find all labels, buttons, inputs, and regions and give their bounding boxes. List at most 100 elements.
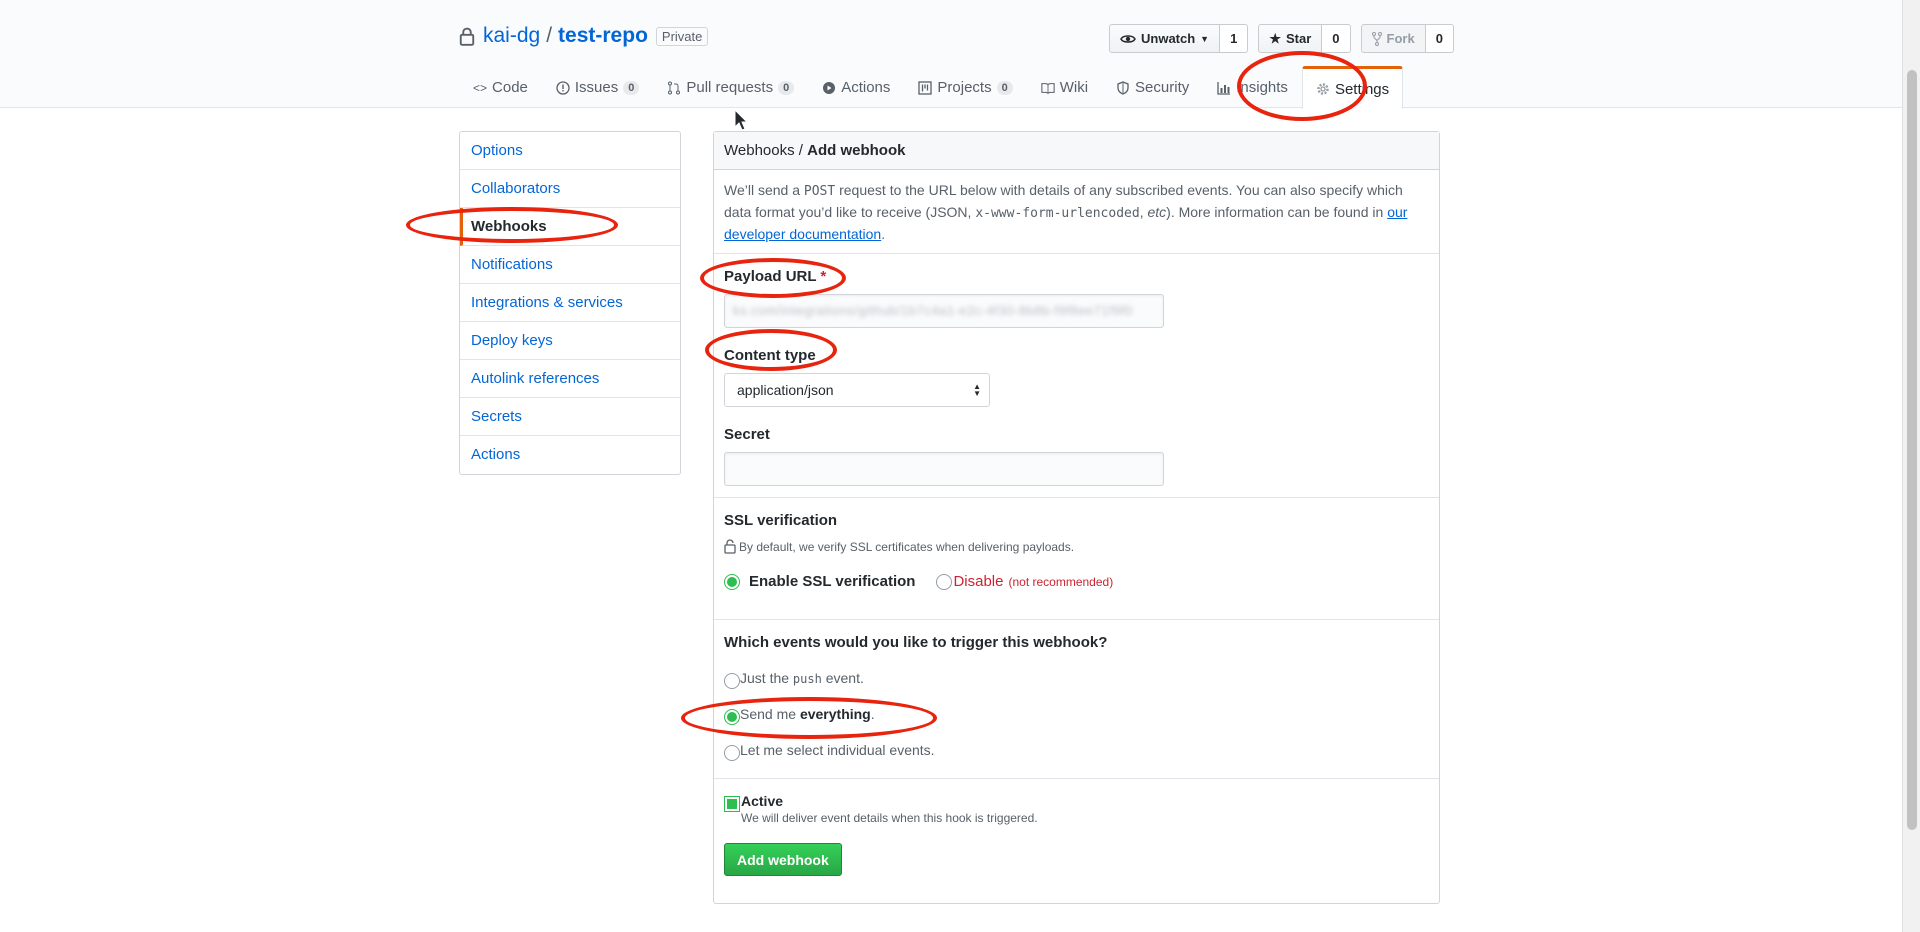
- eye-icon: [1120, 34, 1136, 43]
- intro-text: We’ll send a POST request to the URL bel…: [714, 170, 1439, 254]
- fork-icon: [1371, 31, 1382, 46]
- project-icon: [918, 80, 933, 95]
- star-icon: ★: [1269, 30, 1281, 46]
- breadcrumb-current: Add webhook: [807, 142, 906, 159]
- caret-down-icon: ▼: [1200, 33, 1210, 44]
- event-everything-label[interactable]: Send me everything.: [740, 706, 875, 722]
- intro-text-4: ). More information can be found in: [1166, 204, 1388, 220]
- settings-sidebar: Options Collaborators Webhooks Notificat…: [459, 131, 681, 475]
- sidebar-item-collaborators[interactable]: Collaborators: [460, 170, 680, 208]
- repo-actions: Unwatch ▼ 1 ★ Star 0 Fork 0: [1109, 24, 1454, 53]
- event-push-label[interactable]: Just the push event.: [740, 670, 864, 686]
- active-description: We will deliver event details when this …: [741, 811, 1038, 825]
- shield-icon: [1117, 80, 1129, 95]
- breadcrumb-separator: /: [794, 142, 808, 159]
- star-button[interactable]: ★ Star: [1258, 24, 1323, 53]
- breadcrumb: Webhooks / Add webhook: [714, 132, 1439, 170]
- event-option-everything: Send me everything.: [724, 706, 1429, 725]
- sidebar-item-notifications[interactable]: Notifications: [460, 246, 680, 284]
- format-code: x-www-form-urlencoded: [975, 206, 1140, 221]
- add-webhook-box: Webhooks / Add webhook We’ll send a POST…: [713, 131, 1440, 904]
- tab-wiki[interactable]: Wiki: [1027, 66, 1102, 108]
- ssl-enable-radio[interactable]: [724, 573, 740, 590]
- star-count[interactable]: 0: [1322, 24, 1351, 53]
- payload-url-input[interactable]: ks.com/integrations/github/1b7c4a1-e2c-4…: [724, 294, 1164, 328]
- tab-pull-requests[interactable]: Pull requests 0: [653, 66, 808, 108]
- ssl-disable-radio[interactable]: [936, 573, 953, 590]
- graph-icon: [1217, 81, 1231, 95]
- event-option-push: Just the push event.: [724, 670, 1429, 689]
- book-icon: [1041, 82, 1055, 94]
- tab-label: Code: [492, 79, 528, 96]
- ssl-description: By default, we verify SSL certificates w…: [724, 539, 1429, 554]
- add-webhook-button[interactable]: Add webhook: [724, 843, 842, 876]
- tab-settings[interactable]: Settings: [1301, 66, 1404, 109]
- tab-label: Actions: [841, 79, 891, 96]
- watch-group: Unwatch ▼ 1: [1109, 24, 1249, 53]
- payload-url-value: ks.com/integrations/github/1b7c4a1-e2c-4…: [733, 303, 1133, 318]
- code-icon: <>: [473, 80, 488, 95]
- tab-security[interactable]: Security: [1102, 66, 1203, 108]
- ssl-section: SSL verification By default, we verify S…: [714, 498, 1439, 620]
- pull-requests-counter: 0: [778, 80, 795, 95]
- ssl-disable-note: (not recommended): [1008, 574, 1114, 589]
- sidebar-item-actions[interactable]: Actions: [460, 436, 680, 474]
- pull-request-icon: [668, 81, 681, 94]
- repo-nav-tabs: <> Code Issues 0 Pull requests 0 Actions…: [459, 66, 1404, 109]
- page-scrollbar[interactable]: [1902, 0, 1920, 932]
- unlock-icon: [724, 539, 736, 554]
- tab-label: Projects: [937, 79, 992, 96]
- sidebar-item-autolink-references[interactable]: Autolink references: [460, 360, 680, 398]
- event-push-radio[interactable]: [724, 673, 740, 689]
- fork-button[interactable]: Fork: [1360, 24, 1426, 53]
- event-everything-radio[interactable]: [724, 709, 740, 725]
- event-individual-label[interactable]: Let me select individual events.: [740, 742, 935, 758]
- tab-label: Pull requests: [686, 79, 774, 96]
- tab-label: Settings: [1334, 80, 1390, 98]
- sidebar-item-webhooks[interactable]: Webhooks: [460, 208, 680, 246]
- tab-insights[interactable]: Insights: [1203, 66, 1302, 108]
- play-icon: [823, 81, 836, 94]
- star-label: Star: [1285, 31, 1312, 46]
- active-checkbox[interactable]: [724, 796, 740, 812]
- fork-count[interactable]: 0: [1425, 24, 1454, 53]
- url-section: Payload URL * ks.com/integrations/github…: [714, 254, 1439, 498]
- private-badge: Private: [655, 26, 709, 46]
- sidebar-item-deploy-keys[interactable]: Deploy keys: [460, 322, 680, 360]
- ssl-options: Enable SSL verification Disable (not rec…: [724, 573, 1429, 590]
- active-label[interactable]: Active: [741, 793, 1038, 809]
- tab-issues[interactable]: Issues 0: [542, 66, 653, 108]
- tab-label: Security: [1135, 79, 1190, 96]
- content-type-select[interactable]: application/json ▲ ▼: [724, 373, 990, 407]
- secret-input[interactable]: [724, 452, 1164, 486]
- scrollbar-thumb[interactable]: [1907, 70, 1917, 830]
- projects-counter: 0: [996, 80, 1013, 95]
- event-individual-radio[interactable]: [724, 745, 740, 761]
- tab-actions[interactable]: Actions: [808, 66, 904, 108]
- tab-projects[interactable]: Projects 0: [904, 66, 1026, 108]
- gear-icon: [1317, 83, 1329, 95]
- ssl-disable-label[interactable]: Disable: [953, 573, 1003, 590]
- mouse-cursor-icon: [734, 109, 748, 131]
- sidebar-item-options[interactable]: Options: [460, 132, 680, 170]
- unwatch-button[interactable]: Unwatch ▼: [1109, 24, 1221, 53]
- issue-icon: [556, 80, 570, 95]
- fork-group: Fork 0: [1360, 24, 1454, 53]
- tab-code[interactable]: <> Code: [459, 66, 542, 108]
- intro-text-5: .: [881, 226, 886, 242]
- star-group: ★ Star 0: [1258, 24, 1351, 53]
- sidebar-item-integrations[interactable]: Integrations & services: [460, 284, 680, 322]
- title-separator: /: [546, 24, 553, 47]
- repo-owner-link[interactable]: kai-dg: [483, 24, 540, 48]
- required-mark: *: [820, 268, 827, 285]
- ssl-enable-label[interactable]: Enable SSL verification: [749, 573, 915, 590]
- repo-title: kai-dg / test-repo Private: [459, 24, 709, 48]
- repo-name-link[interactable]: test-repo: [558, 24, 648, 48]
- sidebar-item-secrets[interactable]: Secrets: [460, 398, 680, 436]
- tab-label: Wiki: [1059, 79, 1089, 96]
- watch-count[interactable]: 1: [1220, 24, 1249, 53]
- repo-header: kai-dg / test-repo Private Unwatch ▼ 1 ★…: [0, 0, 1902, 109]
- breadcrumb-webhooks-link[interactable]: Webhooks: [724, 142, 795, 159]
- tab-label: Issues: [574, 79, 619, 96]
- content-type-value: application/json: [737, 382, 834, 398]
